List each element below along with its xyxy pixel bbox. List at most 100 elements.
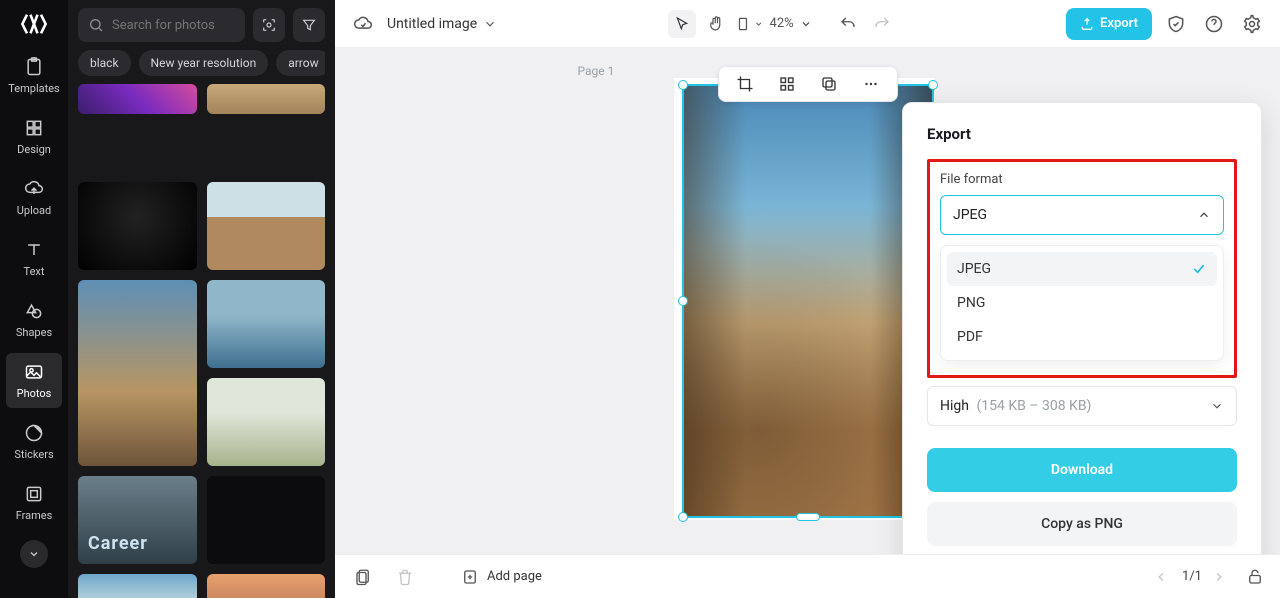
download-button[interactable]: Download bbox=[927, 448, 1237, 492]
file-format-select[interactable]: JPEG bbox=[940, 195, 1224, 235]
photo-thumb[interactable] bbox=[207, 182, 326, 270]
photo-thumb[interactable] bbox=[207, 574, 326, 598]
photo-thumb[interactable] bbox=[207, 476, 326, 564]
duplicate-tool[interactable] bbox=[815, 70, 843, 98]
cloud-sync-icon[interactable] bbox=[349, 10, 377, 38]
photo-thumb[interactable] bbox=[78, 182, 197, 270]
next-page[interactable] bbox=[1212, 570, 1230, 584]
app-logo[interactable] bbox=[12, 6, 56, 42]
shapes-icon bbox=[23, 300, 45, 322]
page-indicator: 1/1 bbox=[1182, 569, 1202, 584]
check-icon bbox=[1191, 261, 1207, 277]
nav-more-button[interactable] bbox=[20, 540, 48, 568]
chip-row: black New year resolution arrow bbox=[78, 50, 325, 76]
help-icon[interactable] bbox=[1200, 10, 1228, 38]
chip-black[interactable]: black bbox=[78, 50, 131, 76]
resize-handle-nw[interactable] bbox=[678, 80, 688, 90]
bottom-bar: Add page 1/1 bbox=[335, 554, 1280, 598]
filter-button[interactable] bbox=[293, 8, 325, 42]
nav-label: Design bbox=[17, 143, 51, 156]
nav-item-templates[interactable]: Templates bbox=[6, 48, 62, 103]
chevron-down-icon bbox=[800, 18, 812, 30]
design-icon bbox=[23, 117, 45, 139]
nav-item-design[interactable]: Design bbox=[6, 109, 62, 164]
nav-item-text[interactable]: Text bbox=[6, 231, 62, 286]
option-png[interactable]: PNG bbox=[947, 286, 1217, 320]
download-label: Download bbox=[1051, 462, 1113, 478]
photos-panel: black New year resolution arrow Career bbox=[68, 0, 335, 598]
resize-handle-w[interactable] bbox=[678, 296, 688, 306]
document-title[interactable]: Untitled image bbox=[387, 16, 497, 32]
copy-as-png-button[interactable]: Copy as PNG bbox=[927, 502, 1237, 546]
resize-handle-sw[interactable] bbox=[678, 512, 688, 522]
shield-icon[interactable] bbox=[1162, 10, 1190, 38]
upload-icon bbox=[23, 178, 45, 200]
search-input[interactable] bbox=[112, 18, 235, 33]
templates-icon bbox=[23, 56, 45, 78]
prev-page[interactable] bbox=[1154, 570, 1172, 584]
page-navigator: 1/1 bbox=[1154, 569, 1230, 584]
nav-item-frames[interactable]: Frames bbox=[6, 475, 62, 530]
redo-button[interactable] bbox=[868, 10, 896, 38]
resize-handle-ne[interactable] bbox=[928, 80, 938, 90]
selected-image[interactable] bbox=[682, 84, 934, 518]
search-input-wrap[interactable] bbox=[78, 8, 245, 42]
add-page-button[interactable]: Add page bbox=[461, 563, 542, 591]
file-format-label: File format bbox=[940, 172, 1224, 187]
canvas-size-tool[interactable] bbox=[736, 10, 764, 38]
editor-area: Untitled image 42% bbox=[335, 0, 1280, 598]
photo-thumb[interactable]: Career bbox=[78, 476, 197, 564]
page-label: Page 1 bbox=[578, 64, 615, 78]
settings-icon[interactable] bbox=[1238, 10, 1266, 38]
export-icon bbox=[1080, 17, 1094, 31]
nav-item-stickers[interactable]: Stickers bbox=[6, 414, 62, 469]
resize-handle-s[interactable] bbox=[796, 513, 820, 521]
top-bar: Untitled image 42% bbox=[335, 0, 1280, 48]
photo-thumb[interactable] bbox=[207, 378, 326, 466]
image-content bbox=[684, 86, 932, 516]
highlighted-region: File format JPEG JPEG PNG bbox=[927, 159, 1237, 378]
chip-arrow[interactable]: arrow bbox=[276, 50, 325, 76]
nav-item-photos[interactable]: Photos bbox=[6, 353, 62, 408]
chip-new-year[interactable]: New year resolution bbox=[139, 50, 269, 76]
photo-thumb[interactable] bbox=[78, 84, 197, 114]
copy-label: Copy as PNG bbox=[1041, 516, 1123, 532]
nav-item-shapes[interactable]: Shapes bbox=[6, 292, 62, 347]
photo-grid: Career bbox=[78, 84, 325, 598]
search-icon bbox=[88, 17, 104, 33]
chevron-down-icon bbox=[483, 17, 497, 31]
option-jpeg[interactable]: JPEG bbox=[947, 252, 1217, 286]
pages-panel-button[interactable] bbox=[349, 563, 377, 591]
workspace[interactable]: Page 1 bbox=[335, 48, 1280, 554]
quality-hint: (154 KB – 308 KB) bbox=[976, 398, 1091, 414]
option-pdf[interactable]: PDF bbox=[947, 320, 1217, 354]
option-label: PNG bbox=[957, 295, 985, 311]
export-heading: Export bbox=[927, 125, 1237, 143]
frames-icon bbox=[23, 483, 45, 505]
photo-thumb[interactable] bbox=[207, 84, 326, 114]
option-label: PDF bbox=[957, 329, 983, 345]
option-label: JPEG bbox=[957, 261, 991, 277]
add-page-label: Add page bbox=[487, 569, 542, 584]
nav-item-upload[interactable]: Upload bbox=[6, 170, 62, 225]
delete-page-button[interactable] bbox=[391, 563, 419, 591]
hand-tool[interactable] bbox=[702, 10, 730, 38]
nav-label: Text bbox=[24, 265, 45, 278]
export-button[interactable]: Export bbox=[1066, 8, 1152, 40]
crop-tool[interactable] bbox=[731, 70, 759, 98]
zoom-control[interactable]: 42% bbox=[770, 16, 812, 31]
canvas-holder bbox=[682, 84, 934, 518]
photo-thumb[interactable] bbox=[207, 280, 326, 368]
photo-thumb[interactable] bbox=[78, 280, 197, 466]
photo-thumb[interactable] bbox=[78, 574, 197, 598]
more-tools[interactable] bbox=[857, 70, 885, 98]
ai-tools[interactable] bbox=[773, 70, 801, 98]
file-format-value: JPEG bbox=[953, 207, 987, 223]
chevron-up-icon bbox=[1197, 208, 1211, 222]
undo-button[interactable] bbox=[834, 10, 862, 38]
nav-label: Stickers bbox=[14, 448, 53, 461]
layers-lock-button[interactable] bbox=[1244, 566, 1266, 588]
cursor-tool[interactable] bbox=[668, 10, 696, 38]
visual-search-button[interactable] bbox=[253, 8, 285, 42]
quality-select[interactable]: High (154 KB – 308 KB) bbox=[927, 386, 1237, 426]
